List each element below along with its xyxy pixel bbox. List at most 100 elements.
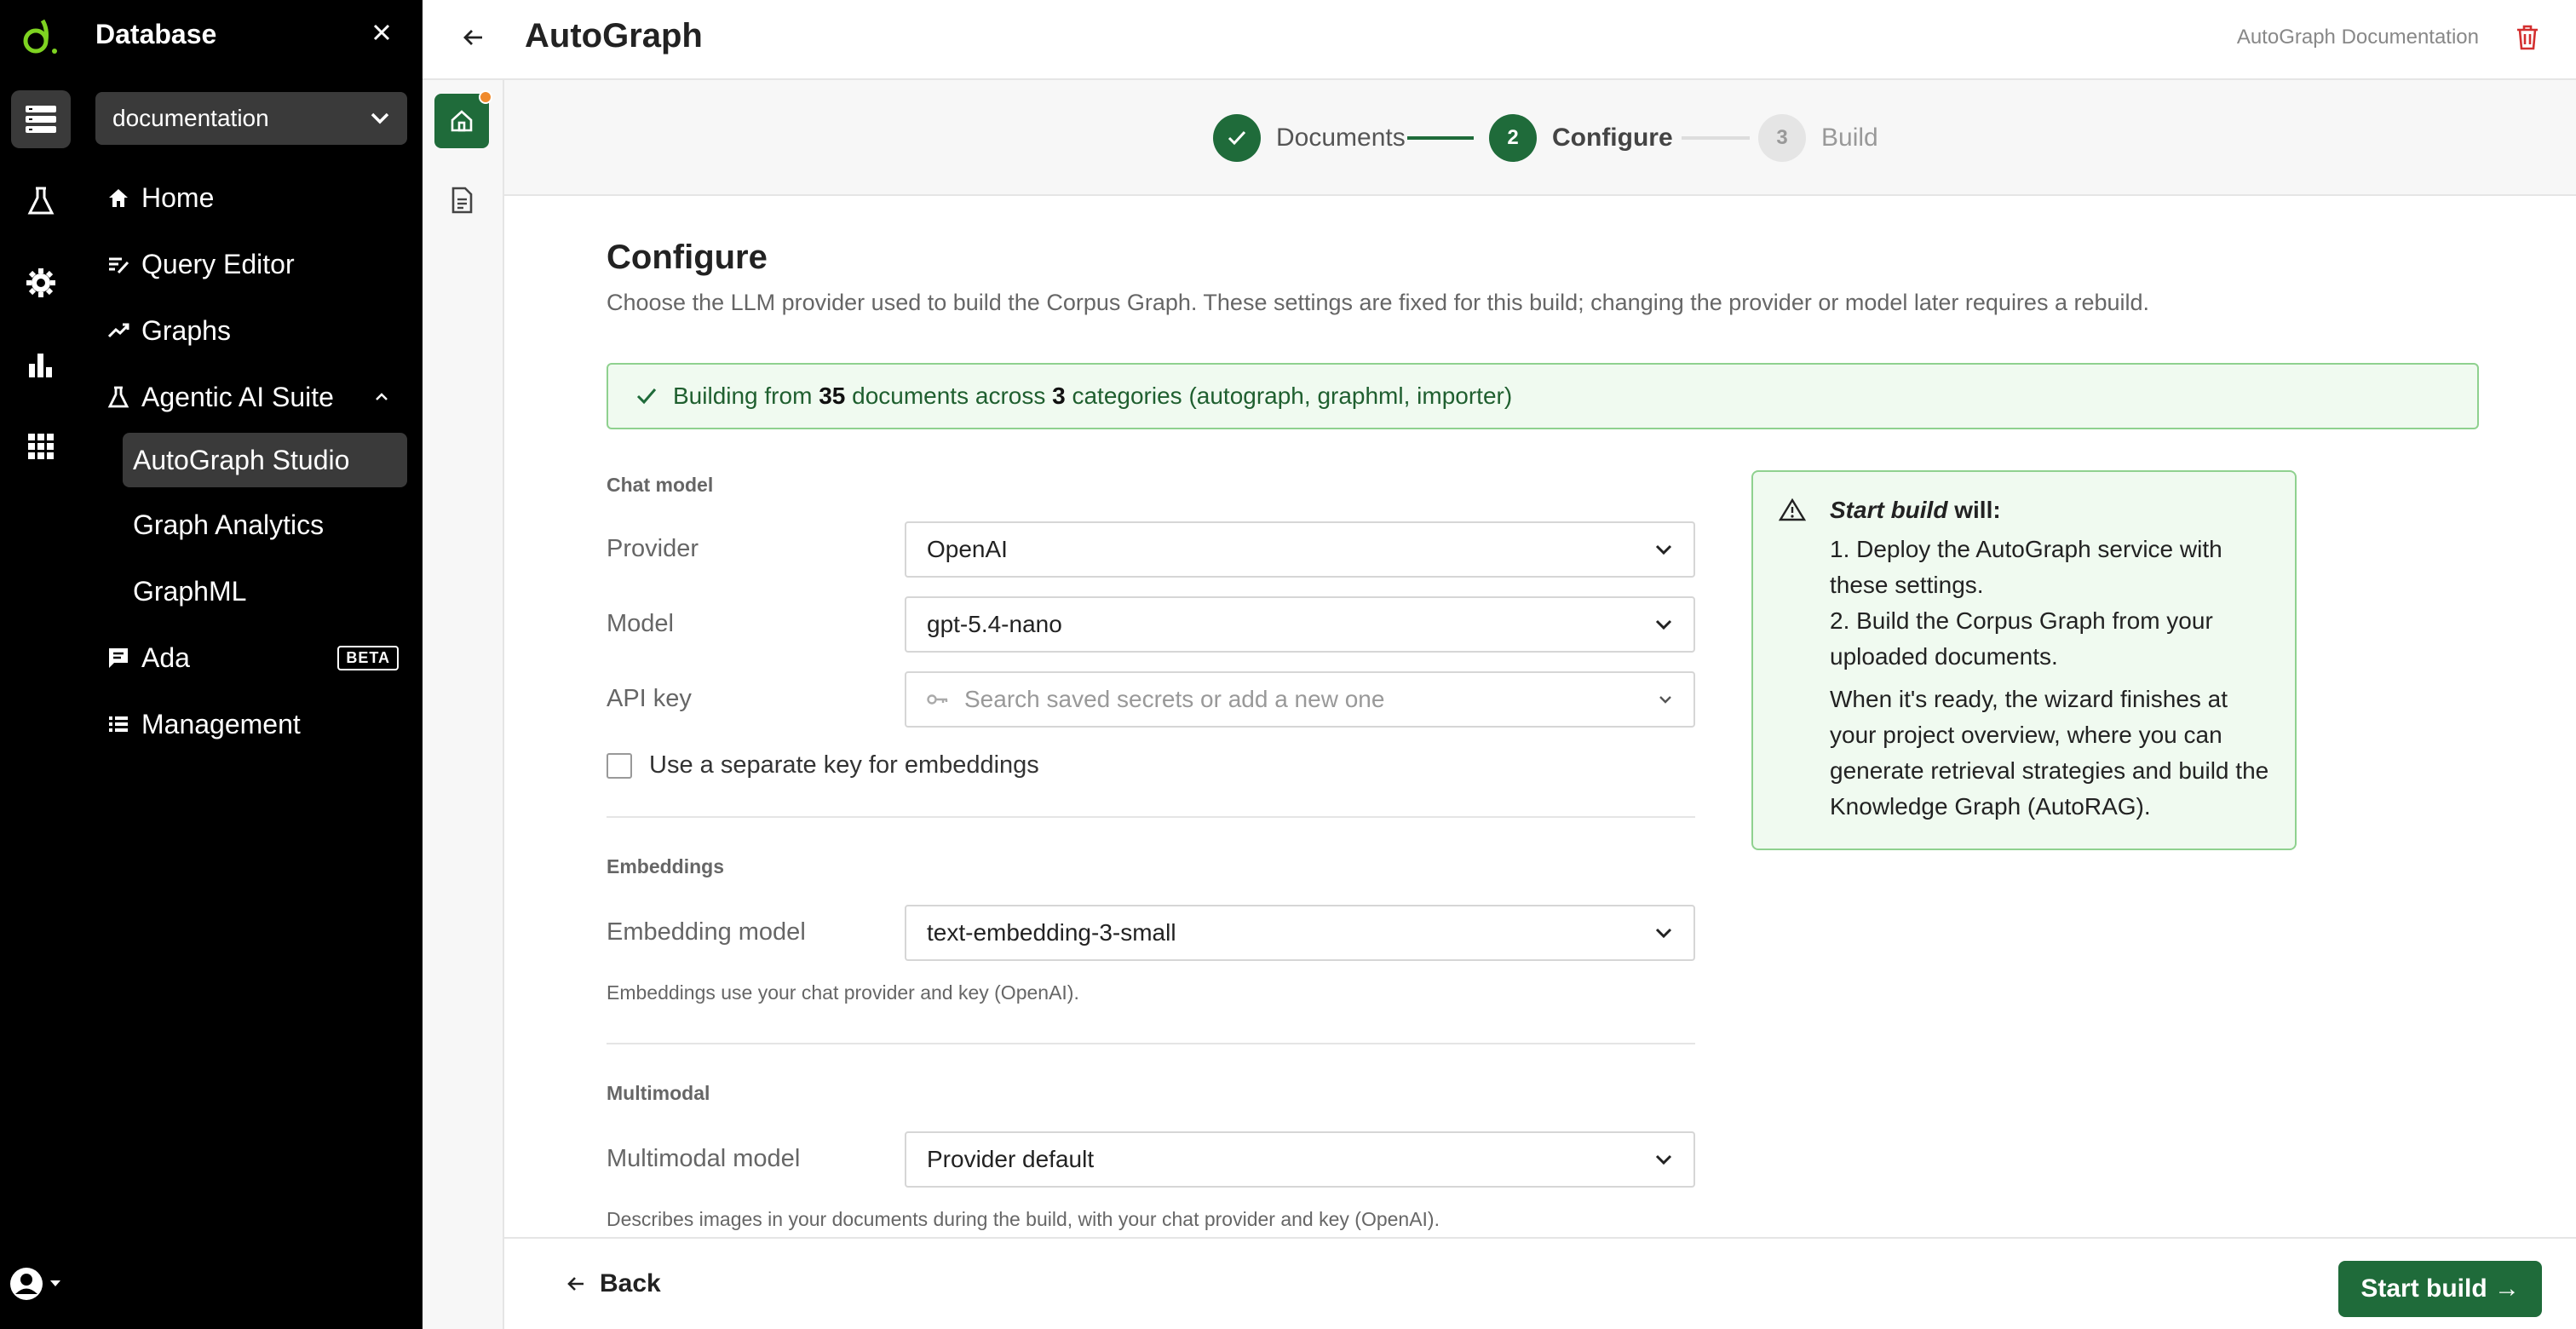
api-key-select[interactable]: Search saved secrets or add a new one [905,671,1695,728]
step-label: Configure [1552,124,1673,152]
configure-panel: Configure Choose the LLM provider used t… [504,196,2576,1237]
separate-key-checkbox[interactable]: Use a separate key for embeddings [607,751,1039,780]
check-icon [636,388,657,405]
sidebar-title: Database [95,19,217,49]
sidebar-item-graphml[interactable]: GraphML [123,564,407,618]
database-select[interactable]: documentation [95,92,407,145]
project-rail [423,80,504,1329]
sidebar-item-graphs[interactable]: Graphs [95,303,407,358]
model-select[interactable]: gpt-5.4-nano [905,596,1695,653]
build-summary-banner: Building from 35 documents across 3 cate… [607,363,2479,429]
start-build-info-box: Start build will: 1. Deploy the AutoGrap… [1751,470,2297,850]
list-icon [95,712,141,736]
delete-button[interactable] [2515,24,2540,51]
multimodal-model-select[interactable]: Provider default [905,1131,1695,1188]
warning-icon [1779,498,1806,521]
settings-rail-button[interactable] [11,254,71,312]
flask-icon [95,385,141,409]
database-select-value: documentation [112,105,269,131]
documents-button[interactable] [448,186,475,215]
embedding-model-value: text-embedding-3-small [927,919,1176,946]
key-icon [927,694,948,705]
info-box-note: When it's ready, the wizard finishes at … [1830,686,2269,820]
icon-rail [0,0,82,1329]
document-icon [451,187,473,214]
chevron-down-icon [371,112,389,124]
multimodal-section-title: Multimodal [607,1082,710,1104]
info-box-item-2: 2. Build the Corpus Graph from your uplo… [1830,607,2213,670]
embedding-model-label: Embedding model [607,918,806,946]
sidebar-item-ada[interactable]: Ada BETA [95,630,407,685]
sidebar-item-label: Query Editor [141,248,295,279]
sidebar-item-query-editor[interactable]: Query Editor [95,237,407,291]
sidebar-item-autograph-studio[interactable]: AutoGraph Studio [123,433,407,487]
step-build: 3 Build [1758,114,1878,162]
section-subtitle: Choose the LLM provider used to build th… [607,290,2150,315]
sidebar-item-label: Home [141,181,215,213]
caret-down-icon [50,1280,60,1286]
model-select-value: gpt-5.4-nano [927,611,1062,637]
checkbox-label: Use a separate key for embeddings [649,751,1039,779]
user-avatar-icon [10,1268,43,1300]
api-key-placeholder: Search saved secrets or add a new one [964,686,1385,712]
check-icon [1213,114,1261,162]
gear-icon [26,268,55,297]
wizard-footer: Back Start build → [504,1237,2576,1329]
bar-chart-icon [29,354,52,377]
sidebar-item-label: Graph Analytics [133,509,325,540]
close-sidebar-button[interactable] [371,22,392,43]
model-label: Model [607,610,674,637]
info-box-title: Start build will: [1830,497,2001,523]
close-icon [373,24,390,41]
section-heading: Configure [607,239,768,276]
chat-model-section-title: Chat model [607,474,714,496]
sidebar-item-label: GraphML [133,575,247,607]
chevron-down-icon [1659,696,1671,704]
sidebar-item-home[interactable]: Home [95,170,407,225]
embedding-model-select[interactable]: text-embedding-3-small [905,905,1695,961]
sidebar: Database documentation Home Query Editor… [82,0,423,1329]
back-button-label: Back [600,1269,661,1297]
sidebar-item-management[interactable]: Management [95,697,407,751]
sidebar-item-label: AutoGraph Studio [133,444,350,475]
sidebar-item-label: Management [141,708,301,739]
step-configure[interactable]: 2 Configure [1489,114,1673,162]
banner-text: Building from 35 documents across 3 cate… [673,383,1513,409]
trash-icon [2517,25,2538,50]
flask-icon [27,187,55,215]
multimodal-model-label: Multimodal model [607,1145,801,1172]
arrow-left-icon [567,1277,584,1291]
back-button[interactable]: Back [566,1269,661,1298]
project-home-button[interactable] [434,90,492,148]
sidebar-item-agentic-ai-suite[interactable]: Agentic AI Suite [95,370,407,424]
home-outline-icon [451,110,473,132]
graphs-icon [95,319,141,342]
back-arrow-button[interactable] [462,26,486,49]
beta-badge: BETA [337,645,399,670]
start-build-button[interactable]: Start build → [2338,1261,2542,1317]
provider-select-value: OpenAI [927,536,1008,562]
step-connector [1682,136,1750,140]
provider-label: Provider [607,535,699,562]
provider-select[interactable]: OpenAI [905,521,1695,578]
apps-rail-button[interactable] [11,417,71,475]
database-rail-button[interactable] [11,90,71,148]
chevron-up-icon [376,393,388,400]
divider [607,816,1695,818]
page-title: AutoGraph [525,17,703,55]
analytics-rail-button[interactable] [11,336,71,394]
step-documents[interactable]: Documents [1213,114,1406,162]
flask-rail-button[interactable] [11,172,71,230]
embeddings-section-title: Embeddings [607,855,725,877]
checkbox[interactable] [607,752,632,779]
query-editor-icon [95,252,141,276]
chevron-down-icon [1655,928,1672,939]
database-icon [26,106,56,133]
api-key-label: API key [607,685,692,712]
divider [607,1043,1695,1044]
documentation-link[interactable]: AutoGraph Documentation [2237,26,2479,49]
sidebar-item-graph-analytics[interactable]: Graph Analytics [123,498,407,552]
app-logo [20,17,61,58]
chevron-down-icon [1655,1154,1672,1165]
user-menu[interactable] [9,1266,61,1302]
